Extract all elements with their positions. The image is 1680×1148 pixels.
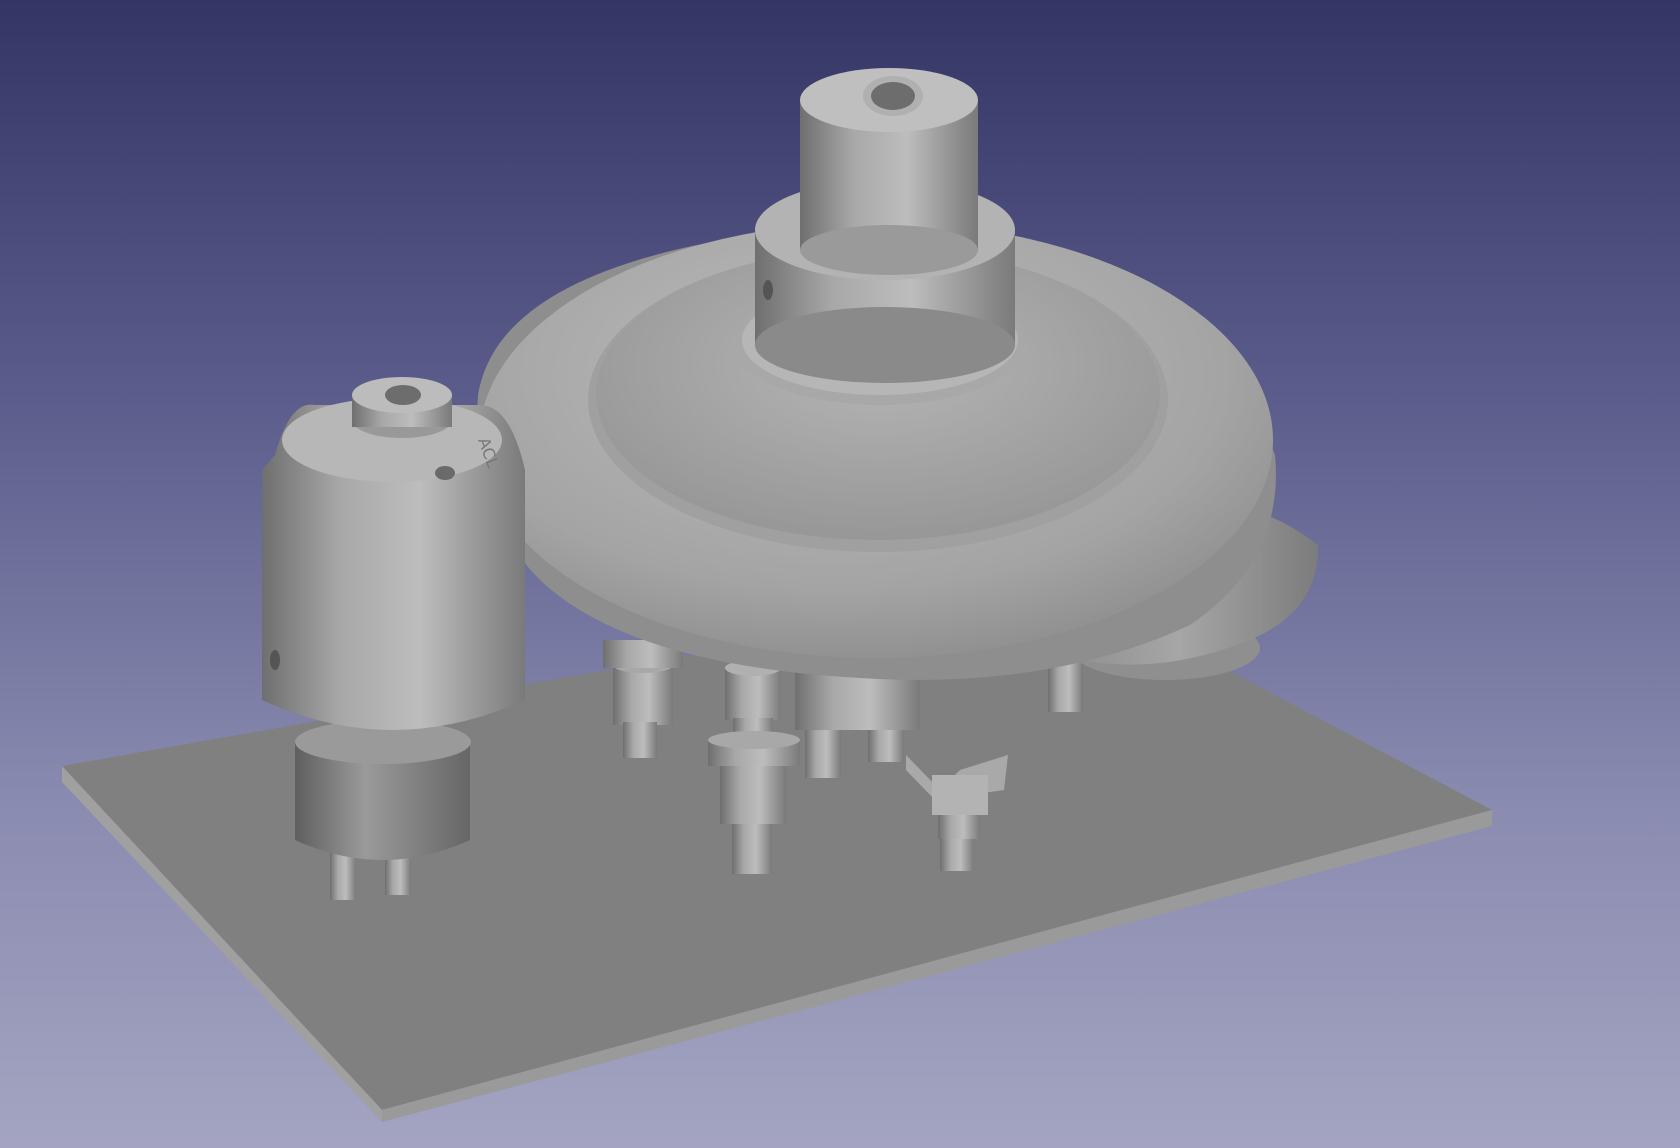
cad-scene: ACL: [62, 68, 1492, 1122]
side-hole-icon: [270, 650, 280, 670]
top-hole-icon: [435, 466, 455, 480]
side-hole-icon: [763, 280, 773, 300]
3d-viewport[interactable]: ACL: [0, 0, 1680, 1148]
top-connector[interactable]: [755, 68, 1015, 383]
